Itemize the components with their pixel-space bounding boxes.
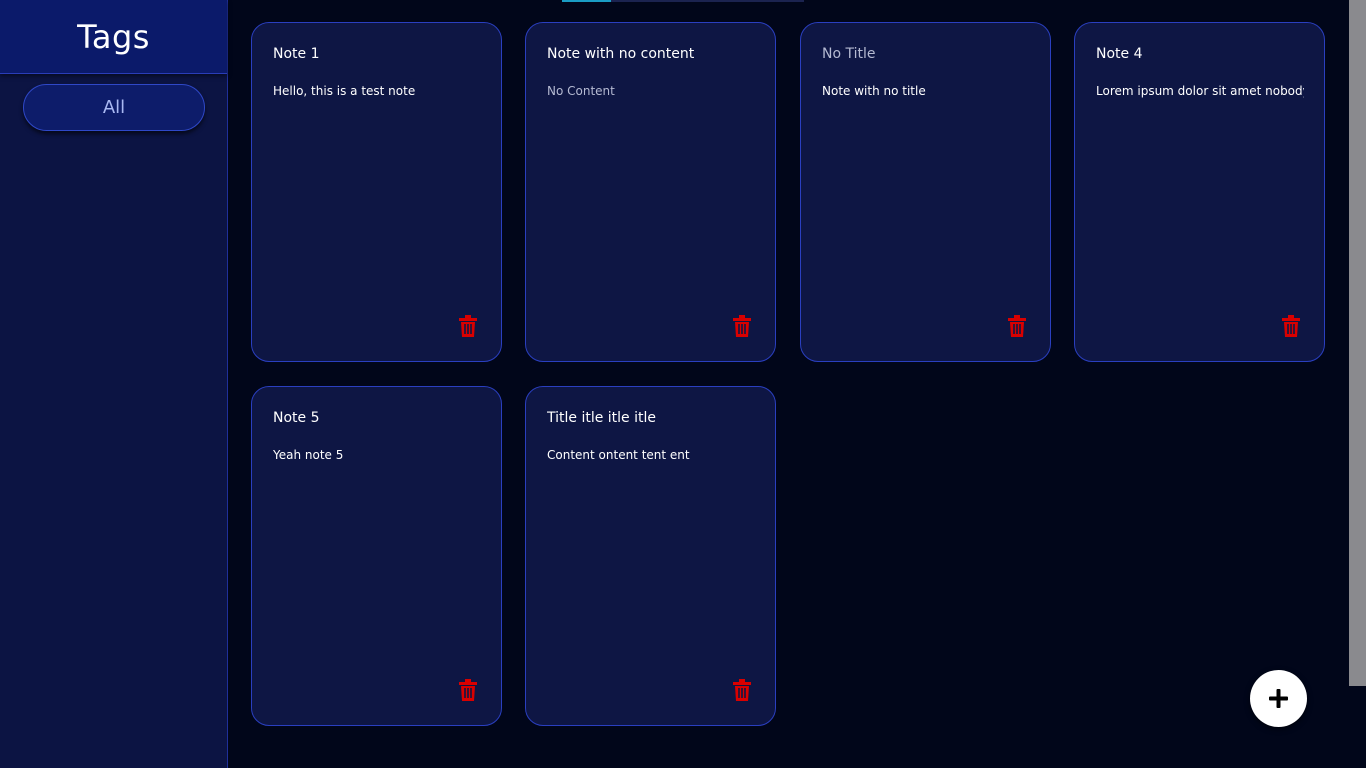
note-title: Note 4 <box>1096 46 1143 62</box>
note-content: Yeah note 5 <box>273 448 344 462</box>
note-content: Lorem ipsum dolor sit amet nobody k <box>1096 84 1304 98</box>
trash-icon[interactable] <box>1008 315 1026 337</box>
note-card[interactable]: Note 4 Lorem ipsum dolor sit amet nobody… <box>1074 22 1325 362</box>
trash-icon[interactable] <box>733 679 751 701</box>
plus-icon <box>1269 689 1288 708</box>
sidebar-title: Tags <box>77 17 150 56</box>
notes-app: Tags All Note 1 Hello, this is a test no… <box>0 0 1366 768</box>
note-title: Note with no content <box>547 46 695 62</box>
tags-sidebar: Tags All <box>0 0 228 768</box>
note-content: Hello, this is a test note <box>273 84 416 98</box>
trash-icon[interactable] <box>733 315 751 337</box>
note-card[interactable]: Note 1 Hello, this is a test note <box>251 22 502 362</box>
note-content: Content ontent tent ent <box>547 448 690 462</box>
trash-icon[interactable] <box>1282 315 1300 337</box>
note-card[interactable]: Title itle itle itle Content ontent tent… <box>525 386 776 726</box>
add-note-button[interactable] <box>1250 670 1307 727</box>
note-title: Note 1 <box>273 46 320 62</box>
loading-indicator <box>562 0 804 2</box>
note-content: No Content <box>547 84 615 98</box>
note-title: Title itle itle itle <box>547 410 656 426</box>
note-content: Note with no title <box>822 84 926 98</box>
tag-button-all[interactable]: All <box>23 84 205 131</box>
loading-indicator-fill <box>562 0 611 2</box>
note-card[interactable]: Note with no content No Content <box>525 22 776 362</box>
scrollbar-thumb[interactable] <box>1349 0 1366 686</box>
scrollbar[interactable] <box>1349 0 1366 768</box>
trash-icon[interactable] <box>459 679 477 701</box>
note-card[interactable]: No Title Note with no title <box>800 22 1051 362</box>
note-title: Note 5 <box>273 410 320 426</box>
note-title: No Title <box>822 46 876 62</box>
note-card[interactable]: Note 5 Yeah note 5 <box>251 386 502 726</box>
trash-icon[interactable] <box>459 315 477 337</box>
sidebar-header: Tags <box>0 0 227 74</box>
